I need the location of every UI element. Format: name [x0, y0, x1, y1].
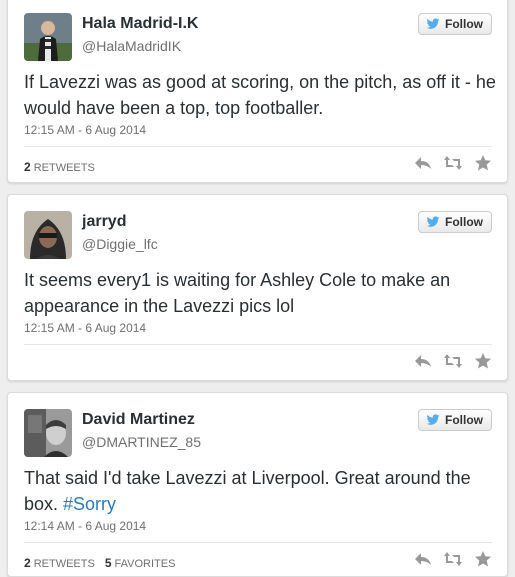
divider — [24, 344, 492, 345]
author-name[interactable]: Hala Madrid-I.K — [82, 15, 198, 33]
twitter-bird-icon — [426, 413, 440, 427]
avatar[interactable] — [24, 409, 72, 457]
divider — [24, 542, 492, 543]
retweet-count[interactable]: 2 — [24, 160, 31, 174]
follow-button[interactable]: Follow — [418, 409, 492, 431]
reply-icon[interactable] — [414, 155, 432, 171]
avatar[interactable] — [24, 13, 72, 61]
author-handle[interactable]: @Diggie_lfc — [82, 236, 158, 252]
tweet-text: It seems every1 is waiting for Ashley Co… — [24, 270, 451, 316]
tweet-card: Hala Madrid-I.K @HalaMadridIK Follow If … — [7, 0, 508, 183]
tweet-card: jarryd @Diggie_lfc Follow It seems every… — [7, 194, 508, 381]
favorite-label: FAVORITES — [114, 558, 176, 570]
divider — [24, 146, 492, 147]
reply-icon[interactable] — [414, 551, 432, 567]
follow-label: Follow — [445, 17, 483, 31]
hashtag-link[interactable]: #Sorry — [63, 494, 116, 514]
tweet-card: David Martinez @DMARTINEZ_85 Follow That… — [7, 392, 508, 577]
tweet-actions — [414, 155, 492, 171]
author-handle[interactable]: @HalaMadridIK — [82, 38, 181, 54]
reply-icon[interactable] — [414, 353, 432, 369]
retweet-icon[interactable] — [444, 353, 462, 369]
avatar[interactable] — [24, 211, 72, 259]
tweet-stats: 2 RETWEETS 5 FAVORITES — [24, 556, 175, 570]
tweet-stats: 2 RETWEETS — [24, 160, 95, 174]
follow-label: Follow — [445, 215, 483, 229]
twitter-bird-icon — [426, 17, 440, 31]
favorite-star-icon[interactable] — [474, 353, 492, 369]
retweet-icon[interactable] — [444, 551, 462, 567]
author-name[interactable]: jarryd — [82, 213, 126, 231]
tweet-actions — [414, 551, 492, 567]
tweet-text: If Lavezzi was as good at scoring, on th… — [24, 72, 496, 118]
follow-button[interactable]: Follow — [418, 13, 492, 35]
retweet-count[interactable]: 2 — [24, 556, 31, 570]
favorite-star-icon[interactable] — [474, 155, 492, 171]
twitter-bird-icon — [426, 215, 440, 229]
retweet-icon[interactable] — [444, 155, 462, 171]
retweet-label: RETWEETS — [33, 558, 95, 570]
retweet-label: RETWEETS — [33, 162, 95, 174]
author-name[interactable]: David Martinez — [82, 411, 195, 429]
timestamp[interactable]: 12:15 AM - 6 Aug 2014 — [24, 123, 146, 137]
timestamp[interactable]: 12:14 AM - 6 Aug 2014 — [24, 519, 146, 533]
favorite-count[interactable]: 5 — [105, 556, 112, 570]
timestamp[interactable]: 12:15 AM - 6 Aug 2014 — [24, 321, 146, 335]
tweet-actions — [414, 353, 492, 369]
author-handle[interactable]: @DMARTINEZ_85 — [82, 434, 201, 450]
follow-label: Follow — [445, 413, 483, 427]
favorite-star-icon[interactable] — [474, 551, 492, 567]
follow-button[interactable]: Follow — [418, 211, 492, 233]
tweet-text: That said I'd take Lavezzi at Liverpool.… — [24, 465, 500, 517]
